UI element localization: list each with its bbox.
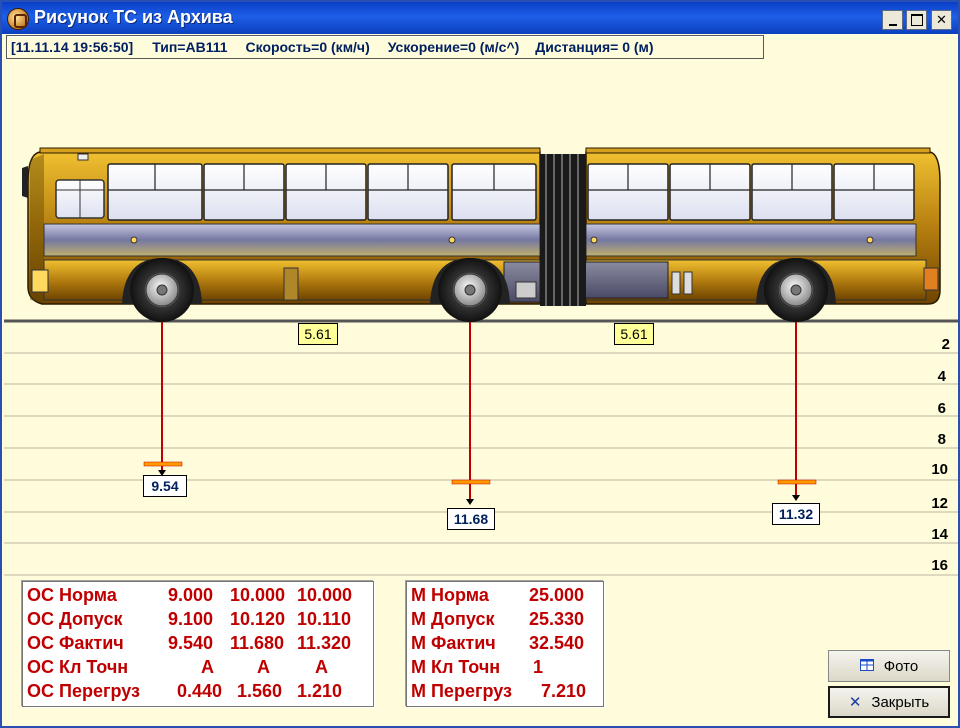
title-bar[interactable]: Рисунок ТС из Архива ✕ [2,2,958,34]
axle-gap-1: 5.61 [298,323,338,345]
table-row: ОС Фактич 9.540 11.680 11.320 [27,633,352,653]
app-icon [7,8,29,30]
articulation-joint [540,154,586,306]
axle-load-diagram: 2 4 6 8 10 12 14 16 5.61 5.61 9.54 11.68… [4,62,958,577]
close-window-button[interactable]: ✕ [931,10,952,30]
table-row: М Фактич 32.540 [411,633,585,653]
axle-load-1: 9.54 [143,475,187,497]
tick-16: 16 [931,557,948,574]
grid-icon [859,658,874,675]
close-icon: ✕ [848,693,862,711]
axle-gap-2: 5.61 [614,323,654,345]
bus-windows [107,163,915,221]
tick-2: 2 [942,336,950,353]
table-row: М Норма 25.000 [411,585,585,605]
mass-table: М Норма 25.000 М Допуск 25.330 М Фактич … [406,581,604,707]
type-label: Тип=АВ111 [152,39,228,55]
tick-4: 4 [938,368,947,385]
table-row: М Кл Точн 1 [411,657,544,677]
maximize-button[interactable] [906,10,927,30]
photo-button-label: Фото [883,657,919,675]
tick-8: 8 [938,431,946,448]
axle-load-table: ОС Норма 9.000 10.000 10.000 ОС Допуск 9… [22,581,374,707]
archive-vehicle-window: Рисунок ТС из Архива ✕ [11.11.14 19:56:5… [0,0,960,728]
bus-illustration [22,147,941,322]
speed-label: Скорость=0 (км/ч) [245,39,370,55]
datetime-label: [11.11.14 19:56:50] [11,39,134,55]
tick-12: 12 [931,495,948,512]
photo-button[interactable]: Фото [828,650,950,682]
close-button-label: Закрыть [871,693,930,711]
scale-ticks: 2 4 6 8 10 12 14 16 [931,336,950,574]
table-row: ОС Кл Точн А А А [27,657,328,677]
close-button[interactable]: ✕ Закрыть [828,686,950,718]
table-row: ОС Норма 9.000 10.000 10.000 [27,585,353,605]
table-row: М Допуск 25.330 [411,609,585,629]
wheel-2 [438,258,502,322]
table-row: ОС Допуск 9.100 10.120 10.110 [27,609,352,629]
acceleration-label: Ускорение=0 (м/с^) [387,39,520,55]
wheel-1 [130,258,194,322]
tick-14: 14 [931,526,948,543]
axle-load-2: 11.68 [447,508,495,530]
tick-6: 6 [938,400,946,417]
tick-10: 10 [931,461,948,478]
vehicle-info-strip: [11.11.14 19:56:50] Тип=АВ111 Скорость=0… [6,35,764,59]
row-label: ОС Норма [27,585,117,605]
axle-load-indicators [143,322,817,505]
axle-load-3: 11.32 [772,503,820,525]
wheel-3 [764,258,828,322]
minimize-button[interactable] [882,10,903,30]
table-row: ОС Перегруз 0.440 1.560 1.210 [27,681,343,701]
distance-label: Дистанция= 0 (м) [535,39,654,55]
window-title: Рисунок ТС из Архива [34,7,233,27]
table-row: М Перегруз 7.210 [411,681,587,701]
